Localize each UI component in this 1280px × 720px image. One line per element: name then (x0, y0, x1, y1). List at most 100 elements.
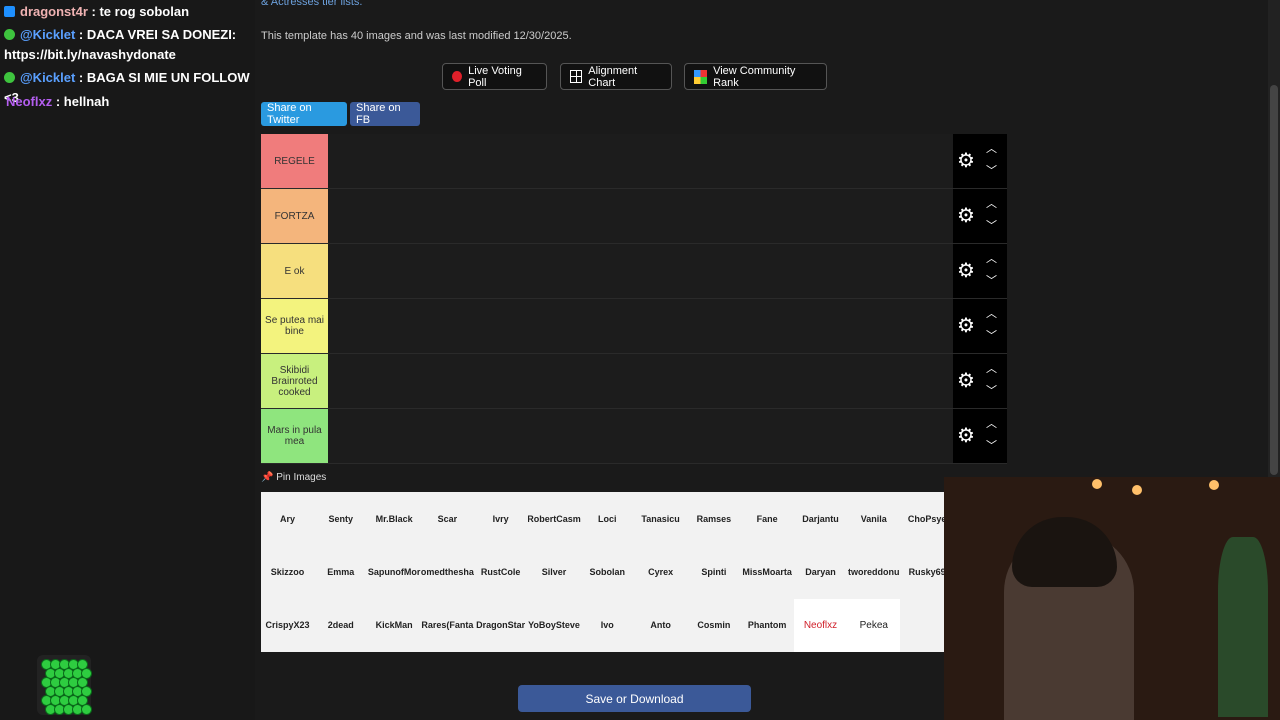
pool-item[interactable]: MissMoarta (741, 545, 794, 598)
pool-item[interactable]: SapunofMor (368, 545, 421, 598)
pool-item[interactable]: Loci (581, 492, 634, 545)
scrollbar-thumb[interactable] (1270, 85, 1278, 475)
chevron-up-icon[interactable]: ︿ (986, 144, 997, 155)
gear-icon[interactable]: ⚙ (957, 316, 975, 336)
christmas-tree (1218, 537, 1268, 717)
pool-item[interactable]: Ary (261, 492, 314, 545)
tier-label[interactable]: E ok (261, 244, 328, 298)
pool-item[interactable]: tworeddonu (847, 545, 900, 598)
pool-item[interactable]: Senty (314, 492, 367, 545)
pool-item[interactable]: Mr.Black (368, 492, 421, 545)
tier-row: FORTZA ⚙ ︿ ﹀ (261, 189, 1007, 244)
gear-icon[interactable]: ⚙ (957, 206, 975, 226)
tier-dropzone[interactable] (328, 354, 953, 408)
tier-row: REGELE ⚙ ︿ ﹀ (261, 134, 1007, 189)
pool-item[interactable]: Vanila (847, 492, 900, 545)
pool-item[interactable]: omedthesha (421, 545, 474, 598)
chevron-down-icon[interactable]: ﹀ (986, 166, 997, 177)
chat-link[interactable]: https://bit.ly/navashydonate (4, 47, 176, 62)
pool-item[interactable]: Anto (634, 599, 687, 652)
pool-item[interactable]: Daryan (794, 545, 847, 598)
alignment-chart-button[interactable]: Alignment Chart (560, 63, 672, 90)
chevron-down-icon[interactable]: ﹀ (986, 276, 997, 287)
tier-row: E ok ⚙ ︿ ﹀ (261, 244, 1007, 299)
tier-list: REGELE ⚙ ︿ ﹀ FORTZA ⚙ ︿ ﹀ E ok ⚙ ︿ ﹀ Se putea mai bi… (261, 134, 1007, 464)
tier-controls: ⚙ ︿ ﹀ (953, 189, 1007, 243)
chevron-down-icon[interactable]: ﹀ (986, 386, 997, 397)
pool-item[interactable]: CrispyX23 (261, 599, 314, 652)
chevron-up-icon[interactable]: ︿ (986, 419, 997, 430)
pool-item[interactable]: Darjantu (794, 492, 847, 545)
tier-dropzone[interactable] (328, 299, 953, 353)
chat-username[interactable]: Neoflxz (6, 94, 52, 109)
chat-username[interactable]: @Kicklet (20, 70, 75, 85)
webcam-overlay (944, 477, 1280, 720)
tier-label[interactable]: FORTZA (261, 189, 328, 243)
badge-icon (4, 6, 15, 17)
chevron-up-icon[interactable]: ︿ (986, 254, 997, 265)
share-twitter-button[interactable]: Share on Twitter (261, 102, 347, 126)
image-pool: Ary Senty Mr.Black Scar Ivry RobertCasm Loci Ta… (261, 492, 946, 652)
pool-item[interactable]: Silver (528, 545, 581, 598)
chevron-up-icon[interactable]: ︿ (986, 364, 997, 375)
tier-label[interactable]: Mars in pula mea (261, 409, 328, 463)
chat-username[interactable]: @Kicklet (20, 27, 75, 42)
tier-label[interactable]: Skibidi Brainroted cooked (261, 354, 328, 408)
pool-item[interactable]: Tanasicu (634, 492, 687, 545)
pool-item[interactable]: DragonStar (474, 599, 527, 652)
pool-item[interactable]: 2dead (314, 599, 367, 652)
chevron-down-icon[interactable]: ﹀ (986, 331, 997, 342)
pool-item[interactable]: Rares(Fanta (421, 599, 474, 652)
pool-item[interactable]: RobertCasm (528, 492, 581, 545)
pin-images-label: Pin Images (276, 472, 327, 483)
tier-dropzone[interactable] (328, 189, 953, 243)
tier-label[interactable]: Se putea mai bine (261, 299, 328, 353)
pool-item[interactable]: Fane (741, 492, 794, 545)
trash-bin-icon[interactable] (37, 655, 92, 715)
chat-message: dragonst4r : te rog sobolan (4, 2, 189, 22)
chevron-down-icon[interactable]: ﹀ (986, 221, 997, 232)
pool-item[interactable]: Spinti (687, 545, 740, 598)
gear-icon[interactable]: ⚙ (957, 151, 975, 171)
pool-item[interactable]: Scar (421, 492, 474, 545)
pool-item[interactable]: Ivo (581, 599, 634, 652)
tier-dropzone[interactable] (328, 409, 953, 463)
tier-lists-link[interactable]: & Actresses tier lists. (261, 0, 362, 8)
tier-dropzone[interactable] (328, 244, 953, 298)
template-info: This template has 40 images and was last… (261, 30, 572, 42)
pool-item[interactable]: Ivry (474, 492, 527, 545)
tier-row: Skibidi Brainroted cooked ⚙ ︿ ﹀ (261, 354, 1007, 409)
chat-panel: dragonst4r : te rog sobolan @Kicklet : D… (0, 0, 255, 720)
chat-text: DACA VREI SA DONEZI: (86, 27, 237, 42)
gear-icon[interactable]: ⚙ (957, 261, 975, 281)
chevron-down-icon[interactable]: ﹀ (986, 441, 997, 452)
tier-label[interactable]: REGELE (261, 134, 328, 188)
chat-text: te rog sobolan (99, 4, 190, 19)
chevron-up-icon[interactable]: ︿ (986, 199, 997, 210)
live-voting-poll-button[interactable]: Live Voting Poll (442, 63, 547, 90)
pool-item[interactable]: Cyrex (634, 545, 687, 598)
share-fb-button[interactable]: Share on FB (350, 102, 420, 126)
streamer-hair (1012, 517, 1117, 587)
pool-item[interactable]: Sobolan (581, 545, 634, 598)
chat-username[interactable]: dragonst4r (20, 4, 88, 19)
pin-images[interactable]: 📌 Pin Images (261, 472, 326, 483)
pool-item[interactable]: Cosmin (687, 599, 740, 652)
pool-item[interactable]: YoBoySteve (528, 599, 581, 652)
gear-icon[interactable]: ⚙ (957, 426, 975, 446)
tier-dropzone[interactable] (328, 134, 953, 188)
pool-item[interactable]: Pekea (847, 598, 901, 652)
pool-item[interactable]: Ramses (687, 492, 740, 545)
pool-item[interactable]: Neoflxz (794, 598, 847, 652)
badge-icon (4, 29, 15, 40)
gear-icon[interactable]: ⚙ (957, 371, 975, 391)
community-rank-label: View Community Rank (713, 64, 796, 89)
pool-item[interactable]: Skizzoo (261, 545, 314, 598)
chevron-up-icon[interactable]: ︿ (986, 309, 997, 320)
pool-item[interactable]: KickMan (368, 599, 421, 652)
view-community-rank-button[interactable]: View Community Rank (684, 63, 827, 90)
save-download-button[interactable]: Save or Download (518, 685, 751, 712)
pool-item[interactable]: Phantom (741, 599, 794, 652)
pool-item[interactable]: RustCole (474, 545, 527, 598)
pool-item[interactable]: Emma (314, 545, 367, 598)
